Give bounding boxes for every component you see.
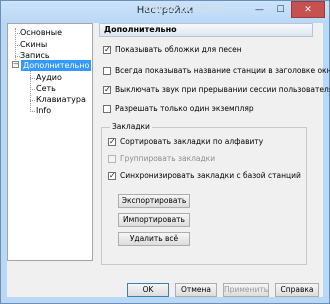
checkbox [108,154,116,163]
help-button[interactable]: Справка [275,283,319,297]
checkbox[interactable] [108,171,116,180]
tree-item-audio[interactable]: Аудио [36,72,62,83]
checkbox[interactable] [108,137,116,146]
close-button[interactable]: ✕ [291,1,325,18]
collapse-toggle[interactable]: − [12,61,19,68]
bookmarks-group: Закладки Сортировать закладки по алфавит… [101,122,307,265]
tree-connector [30,78,35,79]
minimize-button[interactable]: — [249,1,270,18]
tree-item-network[interactable]: Сеть [36,83,56,94]
apply-button: Применить [223,283,269,297]
maximize-button[interactable]: ☐ [270,1,291,18]
option-label: Всегда показывать название станции в заг… [115,66,330,75]
checkbox[interactable] [103,85,111,94]
option-group-bookmarks: Группировать закладки [108,153,215,164]
tree-connector [30,89,35,90]
advanced-panel: Дополнительно Показывать обложки для пес… [99,23,330,289]
option-label: Синхронизировать закладки с базой станци… [120,171,301,180]
cancel-button[interactable]: Отмена [175,283,217,297]
tree-item-info[interactable]: Info [36,105,51,116]
tree-item-advanced[interactable]: Дополнительно [21,60,92,71]
window-controls: — ☐ ✕ [249,1,325,18]
ok-button[interactable]: OK [127,283,169,297]
settings-tree[interactable]: Основные Скины Запись − Дополнительно Ау… [7,23,93,261]
option-label: Разрешать только один экземпляр [115,104,254,113]
option-sort-bookmarks[interactable]: Сортировать закладки по алфавиту [108,136,263,147]
export-button[interactable]: Экспортировать [118,194,190,208]
delete-all-button[interactable]: Удалить всё [118,232,190,246]
dialog-body: Основные Скины Запись − Дополнительно Ау… [7,23,330,297]
checkbox[interactable] [103,45,111,54]
checkbox[interactable] [103,66,111,75]
tree-item-skins[interactable]: Скины [20,39,47,50]
option-label: Показывать обложки для песен [115,45,242,54]
option-label: Выключать звук при прерывании сессии пол… [115,85,330,94]
tree-item-keyboard[interactable]: Клавиатура [36,94,86,105]
option-label: Группировать закладки [120,154,216,163]
tree-connector [30,100,35,101]
checkbox[interactable] [103,104,111,113]
option-sync-bookmarks[interactable]: Синхронизировать закладки с базой станци… [108,170,301,181]
settings-window: Настройки UPRAG.UCOZ.RU — ☐ ✕ Основные С… [0,0,330,304]
option-label: Сортировать закладки по алфавиту [120,137,264,146]
option-mute-on-session-break[interactable]: Выключать звук при прерывании сессии пол… [103,84,330,95]
panel-title: Дополнительно [99,23,313,37]
option-single-instance[interactable]: Разрешать только один экземпляр [103,103,254,114]
option-station-in-title[interactable]: Всегда показывать название станции в заг… [103,65,330,76]
title-bar[interactable]: Настройки UPRAG.UCOZ.RU — ☐ ✕ [1,1,329,23]
tree-item-general[interactable]: Основные [20,27,62,38]
tree-connector [30,111,35,112]
import-button[interactable]: Импортировать [118,213,190,227]
option-show-covers[interactable]: Показывать обложки для песен [103,44,242,55]
bookmarks-group-label: Закладки [110,122,152,131]
